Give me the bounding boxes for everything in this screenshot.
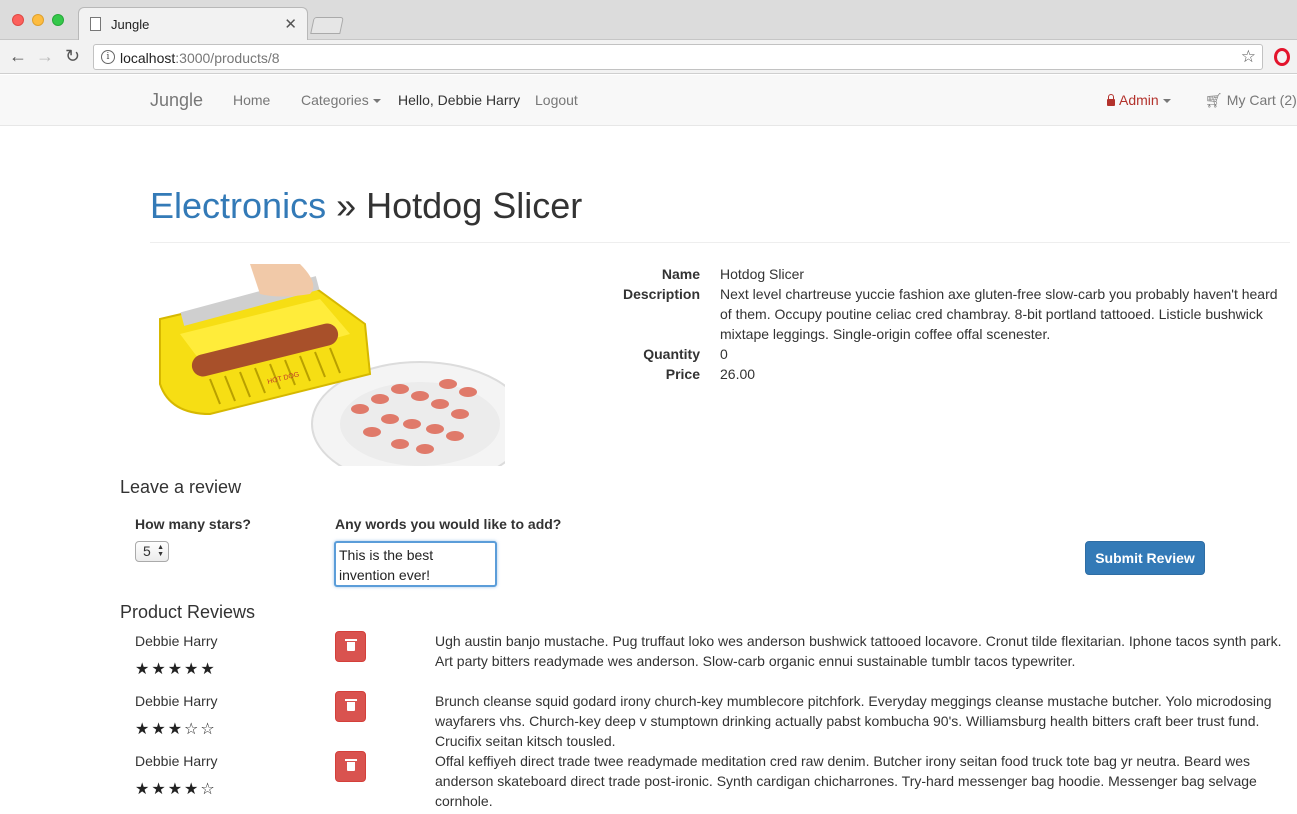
- price-value: 26.00: [720, 366, 756, 382]
- nav-categories-dropdown[interactable]: Categories: [301, 92, 381, 108]
- nav-home-link[interactable]: Home: [233, 92, 270, 108]
- title-divider: [150, 242, 1290, 243]
- nav-admin-dropdown[interactable]: Admin: [1107, 92, 1171, 108]
- review-text: Ugh austin banjo mustache. Pug truffaut …: [435, 633, 1282, 669]
- quantity-value: 0: [720, 346, 728, 362]
- review-text: Offal keffiyeh direct trade twee readyma…: [435, 753, 1257, 809]
- close-window-button[interactable]: [12, 14, 24, 26]
- words-label: Any words you would like to add?: [335, 516, 562, 532]
- select-arrows-icon: ▲ ▼: [157, 544, 164, 558]
- site-navbar: Jungle Home Categories Hello, Debbie Har…: [0, 75, 1297, 126]
- caret-down-icon: [1162, 99, 1171, 104]
- trash-icon: [345, 759, 357, 771]
- shopping-cart-icon: 🛒︎: [1205, 92, 1223, 108]
- nav-cart-link[interactable]: 🛒︎ My Cart (2): [1205, 92, 1297, 109]
- product-image: HOT DOG: [159, 264, 505, 466]
- page-title: Electronics » Hotdog Slicer: [150, 185, 582, 227]
- page-icon: [90, 17, 101, 31]
- new-tab-button[interactable]: [310, 17, 344, 34]
- review-rating: ★★★★☆: [135, 779, 217, 798]
- trash-icon: [345, 699, 357, 711]
- back-arrow-icon[interactable]: ←: [9, 46, 27, 66]
- review-author: Debbie Harry: [135, 693, 218, 709]
- user-greeting: Hello, Debbie Harry: [398, 92, 521, 108]
- review-author: Debbie Harry: [135, 753, 218, 769]
- browser-tab-strip: Jungle ✕: [0, 0, 1297, 41]
- review-author: Debbie Harry: [135, 633, 218, 649]
- reload-icon[interactable]: ↻: [65, 46, 80, 66]
- description-label: Description: [622, 286, 700, 302]
- stars-select[interactable]: 5 ▲ ▼: [135, 541, 169, 562]
- product-reviews-heading: Product Reviews: [120, 602, 256, 622]
- review-text: Brunch cleanse squid godard irony church…: [435, 693, 1272, 749]
- maximize-window-button[interactable]: [52, 14, 64, 26]
- leave-review-heading: Leave a review: [120, 477, 242, 497]
- delete-review-button[interactable]: [335, 751, 366, 782]
- name-label: Name: [661, 266, 700, 282]
- product-title: Hotdog Slicer: [366, 185, 583, 226]
- address-bar[interactable]: i localhost:3000/products/8 ☆: [93, 44, 1263, 70]
- opera-icon[interactable]: [1274, 48, 1290, 66]
- forward-arrow-icon[interactable]: →: [36, 46, 54, 66]
- tab-title: Jungle: [111, 17, 150, 32]
- review-rating: ★★★★★: [135, 659, 217, 678]
- url-text[interactable]: localhost:3000/products/8: [120, 50, 280, 66]
- submit-review-button[interactable]: Submit Review: [1085, 541, 1205, 575]
- review-rating: ★★★☆☆: [135, 719, 217, 738]
- browser-toolbar: ← → ↻ i localhost:3000/products/8 ☆: [0, 40, 1297, 74]
- bookmark-star-icon[interactable]: ☆: [1241, 47, 1256, 67]
- name-value: Hotdog Slicer: [720, 266, 805, 282]
- minimize-window-button[interactable]: [32, 14, 44, 26]
- browser-tab[interactable]: Jungle ✕: [78, 7, 308, 41]
- info-icon[interactable]: i: [101, 50, 115, 64]
- category-link[interactable]: Electronics: [150, 185, 326, 226]
- lock-icon: [1107, 94, 1115, 106]
- description-value: Next level chartreuse yuccie fashion axe…: [720, 286, 1278, 342]
- delete-review-button[interactable]: [335, 631, 366, 662]
- review-textarea[interactable]: This is the best invention ever!: [334, 541, 497, 587]
- price-label: Price: [665, 366, 700, 382]
- quantity-label: Quantity: [643, 346, 700, 362]
- brand-link[interactable]: Jungle: [150, 90, 203, 111]
- caret-down-icon: [372, 99, 381, 104]
- breadcrumb-separator: »: [336, 185, 357, 226]
- delete-review-button[interactable]: [335, 691, 366, 722]
- close-tab-icon[interactable]: ✕: [284, 15, 297, 33]
- nav-logout-link[interactable]: Logout: [535, 92, 578, 108]
- trash-icon: [345, 639, 357, 651]
- stars-label: How many stars?: [135, 516, 251, 532]
